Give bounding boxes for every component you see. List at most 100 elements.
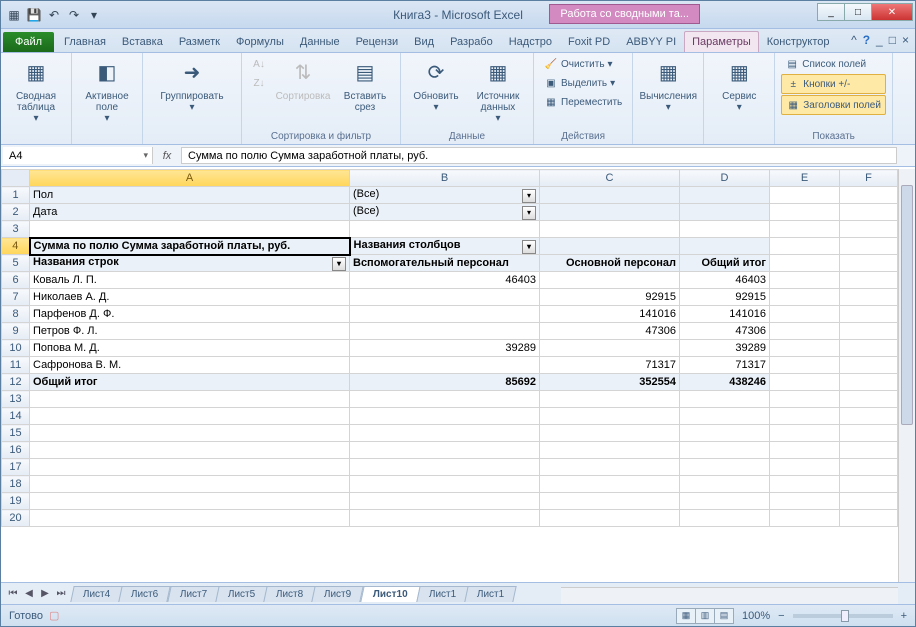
worksheet-area[interactable]: ABCDEF1Пол(Все)▾2Дата(Все)▾34Сумма по по… [1,169,915,582]
cell-C7[interactable]: 92915 [540,289,680,306]
col-header-C[interactable]: C [540,170,680,187]
sheet-tab-Лист9[interactable]: Лист9 [312,586,365,602]
cell-C18[interactable] [540,476,680,493]
active-field-button[interactable]: ◧Активное поле▾ [78,55,136,126]
cell-D2[interactable] [680,204,770,221]
tab-Рецензи[interactable]: Рецензи [348,31,407,52]
col-header-D[interactable]: D [680,170,770,187]
cell-A3[interactable] [30,221,350,238]
sheet-tab-Лист7[interactable]: Лист7 [167,586,220,602]
row-header-10[interactable]: 10 [2,340,30,357]
sheet-tab-Лист5[interactable]: Лист5 [215,586,268,602]
workbook-close-icon[interactable]: × [902,33,909,47]
cell-C11[interactable]: 71317 [540,357,680,374]
row-header-16[interactable]: 16 [2,442,30,459]
cell-A12[interactable]: Общий итог [30,374,350,391]
sheet-tab-Лист1[interactable]: Лист1 [464,586,517,602]
col-header-F[interactable]: F [840,170,898,187]
cell-C3[interactable] [540,221,680,238]
vertical-scrollbar[interactable] [898,169,915,582]
row-header-3[interactable]: 3 [2,221,30,238]
row-header-20[interactable]: 20 [2,510,30,527]
cell-A5[interactable]: Названия строк▾ [30,255,350,272]
cell-B8[interactable] [350,306,540,323]
undo-icon[interactable]: ↶ [45,6,63,24]
cell-D6[interactable]: 46403 [680,272,770,289]
cell-B5[interactable]: Вспомогательный персонал [350,255,540,272]
cell-B15[interactable] [350,425,540,442]
zoom-slider[interactable] [793,614,893,618]
macro-record-icon[interactable]: ▢ [49,609,59,622]
move-button[interactable]: ▦Переместить [540,93,626,111]
cell-D13[interactable] [680,391,770,408]
cell-A6[interactable]: Коваль Л. П. [30,272,350,289]
cell-B10[interactable]: 39289 [350,340,540,357]
cell-B1[interactable]: (Все)▾ [350,187,540,204]
save-icon[interactable]: 💾 [25,6,43,24]
tab-Вставка[interactable]: Вставка [114,31,171,52]
service-button[interactable]: ▦Сервис▾ [710,55,768,115]
page-layout-icon[interactable]: ▥ [695,608,715,624]
cell-B19[interactable] [350,493,540,510]
cell-C16[interactable] [540,442,680,459]
row-header-6[interactable]: 6 [2,272,30,289]
cell-D18[interactable] [680,476,770,493]
cell-B11[interactable] [350,357,540,374]
cell-B6[interactable]: 46403 [350,272,540,289]
row-header-12[interactable]: 12 [2,374,30,391]
tab-Разметк[interactable]: Разметк [171,31,228,52]
cell-C10[interactable] [540,340,680,357]
tab-Вид[interactable]: Вид [406,31,442,52]
minimize-ribbon-icon[interactable]: ^ [851,33,857,47]
cell-C12[interactable]: 352554 [540,374,680,391]
cell-C14[interactable] [540,408,680,425]
tab-ABBYY PI[interactable]: ABBYY PI [618,31,684,52]
row-header-2[interactable]: 2 [2,204,30,221]
cell-D4[interactable] [680,238,770,255]
cell-B13[interactable] [350,391,540,408]
cell-C8[interactable]: 141016 [540,306,680,323]
sheet-nav[interactable]: ⏮◀▶⏭ [1,588,73,599]
cell-B20[interactable] [350,510,540,527]
formula-bar[interactable]: Сумма по полю Сумма заработной платы, ру… [181,147,897,164]
insert-slicer-button[interactable]: ▤Вставить срез [336,55,394,115]
tab-Параметры[interactable]: Параметры [684,31,759,52]
cell-A16[interactable] [30,442,350,459]
cell-A14[interactable] [30,408,350,425]
horizontal-scrollbar[interactable] [561,587,898,604]
sheet-tab-Лист1[interactable]: Лист1 [416,586,469,602]
cell-C17[interactable] [540,459,680,476]
cell-A19[interactable] [30,493,350,510]
sheet-tab-Лист4[interactable]: Лист4 [70,586,123,602]
row-header-17[interactable]: 17 [2,459,30,476]
row-header-7[interactable]: 7 [2,289,30,306]
cell-D17[interactable] [680,459,770,476]
cell-A4[interactable]: Сумма по полю Сумма заработной платы, ру… [30,238,350,255]
pivot-table-button[interactable]: ▦Сводная таблица▾ [7,55,65,126]
calculations-button[interactable]: ▦Вычисления▾ [639,55,697,115]
cell-B9[interactable] [350,323,540,340]
row-header-9[interactable]: 9 [2,323,30,340]
cell-A13[interactable] [30,391,350,408]
cell-A2[interactable]: Дата [30,204,350,221]
tab-Конструктор[interactable]: Конструктор [759,31,838,52]
cell-D20[interactable] [680,510,770,527]
cell-C4[interactable] [540,238,680,255]
cell-B14[interactable] [350,408,540,425]
tab-Данные[interactable]: Данные [292,31,348,52]
cell-D1[interactable] [680,187,770,204]
normal-view-icon[interactable]: ▦ [676,608,696,624]
clear-button[interactable]: 🧹Очистить ▾ [540,55,626,73]
tab-Формулы[interactable]: Формулы [228,31,292,52]
row-header-11[interactable]: 11 [2,357,30,374]
cell-A11[interactable]: Сафронова В. М. [30,357,350,374]
cell-A1[interactable]: Пол [30,187,350,204]
cell-D3[interactable] [680,221,770,238]
col-header-E[interactable]: E [770,170,840,187]
page-break-icon[interactable]: ▤ [714,608,734,624]
sheet-tab-Лист6[interactable]: Лист6 [119,586,172,602]
cell-D10[interactable]: 39289 [680,340,770,357]
cell-B16[interactable] [350,442,540,459]
cell-C19[interactable] [540,493,680,510]
cell-C15[interactable] [540,425,680,442]
